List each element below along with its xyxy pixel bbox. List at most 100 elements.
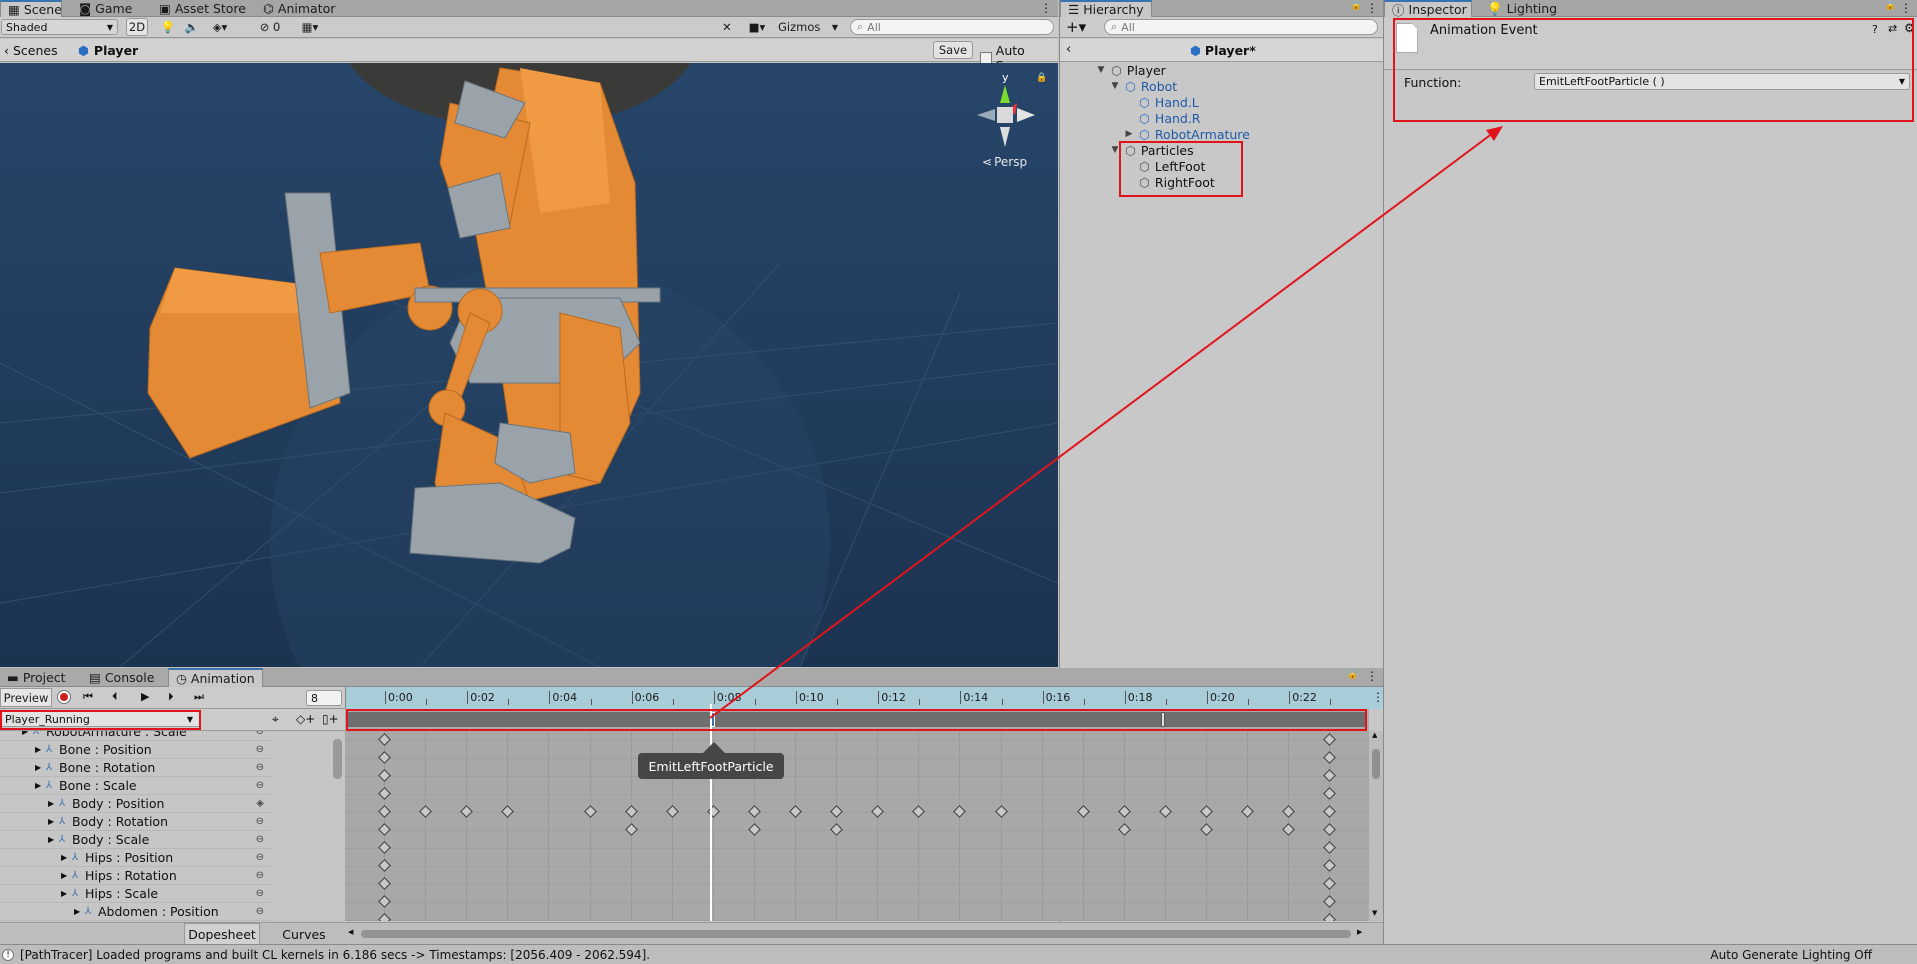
tab-hierarchy[interactable]: ☰ Hierarchy: [1060, 0, 1152, 17]
lighting-toggle-icon[interactable]: 💡: [158, 18, 178, 36]
filter-keys-icon[interactable]: ⌖: [272, 712, 279, 727]
keyframe[interactable]: [378, 769, 391, 782]
keyframe[interactable]: [583, 805, 597, 818]
property-visibility-icon[interactable]: ⊖: [256, 834, 264, 845]
next-key-icon[interactable]: ⏵: [168, 690, 174, 704]
hierarchy-item[interactable]: ▶ ⬡ RobotArmature: [1124, 126, 1250, 142]
timeline-ruler[interactable]: 0:00 0:02 0:04 0:06 0:08 0:10 0:12 0:14 0:16 0:18…: [345, 687, 1384, 709]
property-visibility-icon[interactable]: ⊖: [256, 852, 264, 863]
preview-button[interactable]: Preview: [0, 688, 52, 707]
keyframe[interactable]: [1159, 805, 1172, 818]
tab-scene[interactable]: ▦ Scene: [0, 0, 62, 17]
property-row[interactable]: ▶ ⅄ Bone : Rotation ⊖: [0, 759, 272, 777]
property-row[interactable]: ▶ ⅄ Body : Rotation ⊖: [0, 813, 272, 831]
keyframe[interactable]: [378, 913, 391, 921]
keyframe[interactable]: [1200, 823, 1213, 836]
breadcrumb-player[interactable]: ⬢ Player: [78, 43, 138, 58]
property-row[interactable]: ▶ ⅄ Body : Position ◈: [0, 795, 272, 813]
keyframe[interactable]: [1323, 787, 1337, 800]
expanded-triangle-icon[interactable]: ▼: [1110, 145, 1120, 155]
keyframe[interactable]: [1076, 805, 1090, 818]
collapsed-triangle-icon[interactable]: ▶: [61, 871, 67, 880]
collapsed-triangle-icon[interactable]: ▶: [22, 731, 28, 736]
keyframe[interactable]: [378, 823, 391, 836]
bottom-lock-icon[interactable]: 🔒: [1347, 670, 1358, 680]
tab-inspector[interactable]: ⓘ Inspector: [1384, 0, 1472, 18]
timeline-menu-icon[interactable]: ⋮: [1372, 690, 1384, 704]
property-visibility-icon[interactable]: ⊖: [256, 731, 264, 737]
property-row[interactable]: ▶ ⅄ Hips : Rotation ⊖: [0, 867, 272, 885]
collapsed-triangle-icon[interactable]: ▶: [35, 781, 41, 790]
hierarchy-item[interactable]: ▼ ⬡ Robot: [1110, 78, 1178, 94]
scene-search-input[interactable]: ⌕ All: [850, 19, 1054, 35]
toggle-2d-button[interactable]: 2D: [126, 18, 148, 36]
scroll-up-icon[interactable]: ▲: [1372, 731, 1377, 739]
grid-toggle-icon[interactable]: ▦▾: [296, 18, 324, 36]
collapsed-triangle-icon[interactable]: ▶: [74, 907, 80, 916]
property-row[interactable]: ▶ ⅄ RobotArmature : Scale ⊖: [0, 731, 272, 741]
keyframe[interactable]: [378, 787, 391, 800]
keyframe[interactable]: [1117, 805, 1131, 818]
keyframe[interactable]: [1282, 823, 1296, 836]
gizmos-dropdown[interactable]: Gizmos ▼: [776, 18, 840, 36]
property-visibility-icon[interactable]: ⊖: [256, 816, 264, 827]
event-track[interactable]: [345, 709, 1369, 731]
shading-mode-dropdown[interactable]: Shaded ▼: [1, 19, 118, 35]
keyframe[interactable]: [789, 805, 802, 818]
property-row[interactable]: ▶ ⅄ Abdomen : Position ⊖: [0, 903, 272, 921]
hscroll-right-icon[interactable]: ▶: [1357, 928, 1362, 936]
save-button[interactable]: Save: [933, 41, 973, 59]
keyframe[interactable]: [1323, 733, 1337, 746]
collapsed-triangle-icon[interactable]: ▶: [48, 817, 54, 826]
keyframe[interactable]: [1323, 769, 1337, 782]
dopesheet-hscroll[interactable]: ◀ ▶: [345, 922, 1383, 944]
tab-animator[interactable]: ⌬ Animator: [256, 0, 342, 17]
settings-gear-icon[interactable]: ⚙: [1904, 21, 1915, 35]
auto-lighting-status[interactable]: Auto Generate Lighting Off: [1710, 948, 1872, 962]
collapsed-triangle-icon[interactable]: ▶: [1124, 129, 1134, 139]
keyframe[interactable]: [994, 805, 1008, 818]
keyframe[interactable]: [1323, 859, 1337, 872]
last-key-icon[interactable]: ⏭: [194, 690, 204, 704]
scene-panel-menu-icon[interactable]: ⋮: [1040, 1, 1052, 15]
property-visibility-icon[interactable]: ⊖: [256, 744, 264, 755]
inspector-menu-icon[interactable]: ⋮: [1900, 1, 1912, 15]
property-visibility-icon[interactable]: ⊖: [256, 888, 264, 899]
keyframe[interactable]: [378, 805, 391, 818]
expanded-triangle-icon[interactable]: ▼: [1096, 65, 1106, 75]
tab-dopesheet[interactable]: Dopesheet: [184, 923, 260, 945]
keyframe[interactable]: [706, 805, 720, 818]
add-keyframe-icon[interactable]: ◇+: [296, 712, 315, 726]
tab-lighting[interactable]: 💡 Lighting: [1480, 0, 1564, 17]
tab-animation[interactable]: ◷ Animation: [168, 668, 263, 687]
keyframe[interactable]: [1200, 805, 1213, 818]
keyframe[interactable]: [378, 895, 391, 908]
add-object-button[interactable]: +▾: [1066, 18, 1086, 36]
keyframe[interactable]: [1323, 895, 1337, 908]
keyframe[interactable]: [871, 805, 885, 818]
help-icon[interactable]: ?: [1872, 23, 1878, 36]
property-row[interactable]: ▶ ⅄ Hips : Scale ⊖: [0, 885, 272, 903]
tab-curves[interactable]: Curves: [268, 923, 340, 945]
keyframe[interactable]: [1323, 823, 1337, 836]
keyframe[interactable]: [1241, 805, 1254, 818]
property-row[interactable]: ▶ ⅄ Bone : Scale ⊖: [0, 777, 272, 795]
hierarchy-item[interactable]: ▼ ⬡ Particles: [1110, 142, 1194, 158]
keyframe[interactable]: [1323, 841, 1337, 854]
scene-viewport[interactable]: y ⋖ Persp 🔒: [0, 63, 1058, 667]
keyframe[interactable]: [1323, 805, 1337, 818]
keyframe[interactable]: [912, 805, 926, 818]
property-row[interactable]: ▶ ⅄ Body : Scale ⊖: [0, 831, 272, 849]
presets-icon[interactable]: ⇄: [1888, 22, 1897, 35]
keyframe[interactable]: [1323, 913, 1337, 921]
collapsed-triangle-icon[interactable]: ▶: [35, 745, 41, 754]
keyframe[interactable]: [748, 823, 761, 836]
keyframe[interactable]: [378, 751, 391, 764]
tools-icon[interactable]: ✕: [716, 18, 738, 36]
lock-icon[interactable]: 🔒: [1036, 73, 1047, 83]
property-row[interactable]: ▶ ⅄ Bone : Position ⊖: [0, 741, 272, 759]
persp-label[interactable]: ⋖ Persp: [982, 155, 1027, 169]
dopesheet-area[interactable]: [345, 731, 1369, 921]
hierarchy-item[interactable]: ⬡ LeftFoot: [1124, 158, 1205, 174]
keyframe[interactable]: [1117, 823, 1131, 836]
